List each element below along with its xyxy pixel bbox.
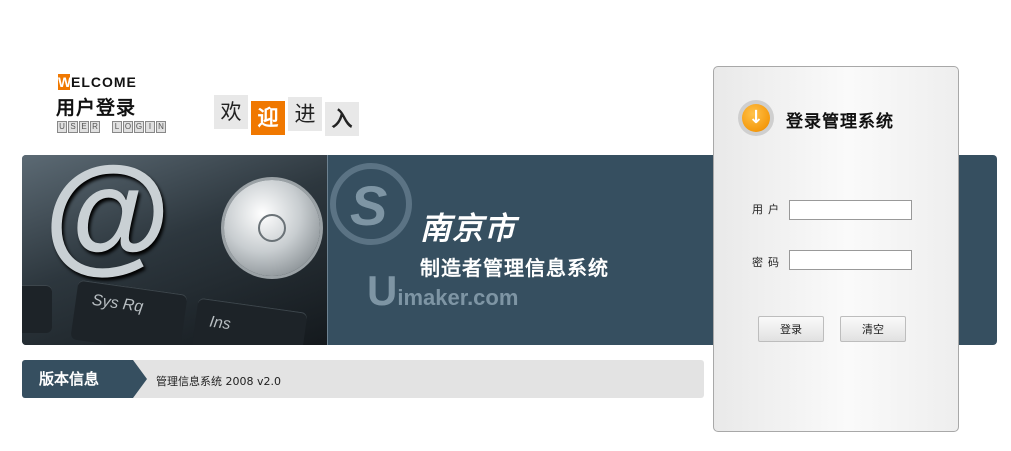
banner-divider (327, 155, 328, 345)
user-login-english: U S E R L O G I N (57, 121, 166, 133)
user-login-letter: E (79, 121, 89, 133)
password-label: 密码 (752, 256, 784, 269)
download-arrow-icon: ↓ (738, 100, 774, 136)
version-text: 管理信息系统 2008 v2.0 (156, 375, 281, 388)
version-bar: 版本信息 管理信息系统 2008 v2.0 (22, 360, 704, 398)
keyboard-key: Ins (190, 297, 308, 345)
user-login-letter: O (123, 121, 133, 133)
login-panel: ↓ 登录管理系统 用户 密码 登录 清空 (713, 66, 959, 432)
keyboard-key: Sys Rq (70, 279, 188, 345)
version-tab: 版本信息 (22, 360, 147, 398)
user-login-letter: I (145, 121, 155, 133)
user-login-letter: U (57, 121, 67, 133)
power-button-icon (224, 180, 320, 276)
welcome-tile: 进 (288, 97, 322, 131)
welcome-initial: W (58, 74, 73, 90)
at-sign-icon: @ (44, 155, 171, 285)
welcome-tiles: 欢 迎 进 入 (214, 95, 359, 136)
city-name: 南京市 (420, 211, 516, 247)
login-panel-title: 登录管理系统 (786, 112, 894, 132)
user-login-letter: N (156, 121, 166, 133)
company-logo-icon: S (330, 163, 412, 245)
username-label: 用户 (752, 203, 784, 216)
keyboard-photo: @ rn Sys Rq Ins (22, 155, 328, 345)
welcome-heading: WELCOME (58, 74, 137, 90)
user-login-letter: G (134, 121, 144, 133)
welcome-rest: ELCOME (71, 74, 137, 90)
clear-button[interactable]: 清空 (840, 316, 906, 342)
login-button[interactable]: 登录 (758, 316, 824, 342)
password-input[interactable] (789, 250, 912, 270)
welcome-tile: 欢 (214, 95, 248, 129)
welcome-tile: 迎 (251, 101, 285, 135)
brand-watermark: Uimaker.com (367, 267, 519, 314)
user-login-letter: R (90, 121, 100, 133)
user-login-title: 用户登录 (56, 97, 137, 119)
username-input[interactable] (789, 200, 912, 220)
user-login-letter: S (68, 121, 78, 133)
keyboard-key: rn (22, 285, 52, 333)
welcome-tile: 入 (325, 102, 359, 136)
user-login-letter: L (112, 121, 122, 133)
